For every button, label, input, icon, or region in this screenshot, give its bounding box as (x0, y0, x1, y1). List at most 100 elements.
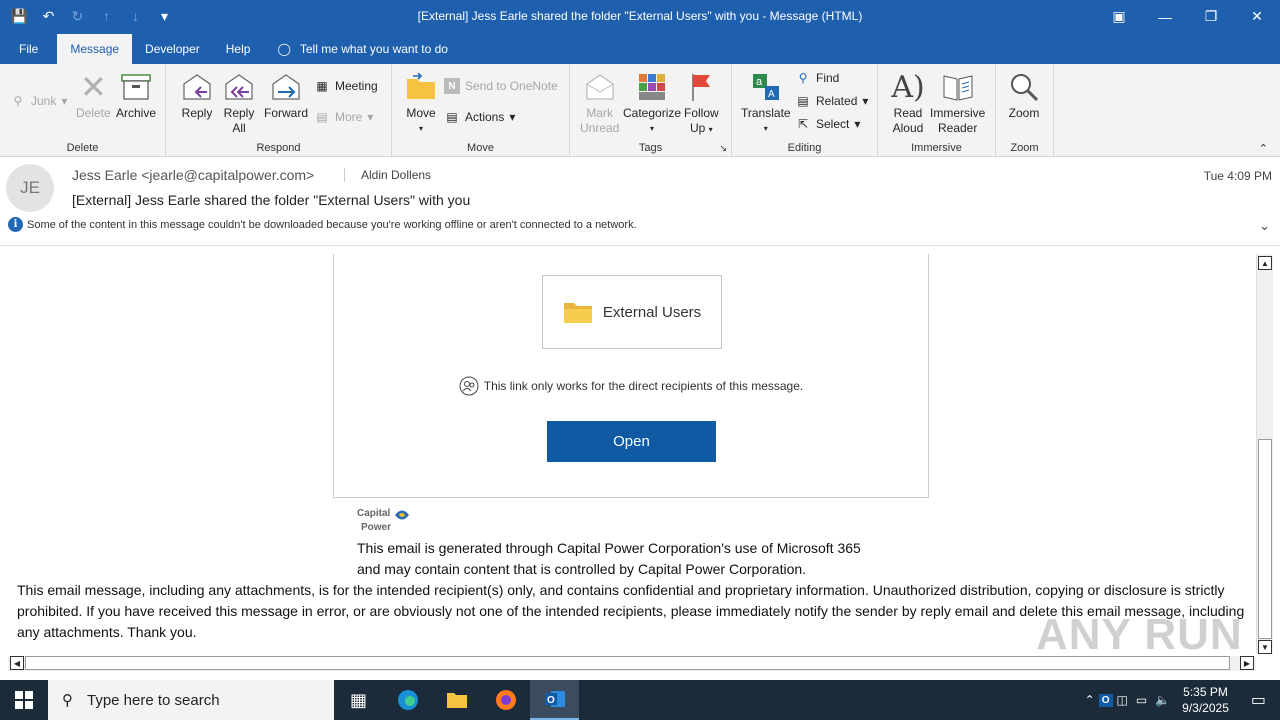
group-label-editing: Editing (787, 142, 822, 154)
tab-message[interactable]: Message (57, 34, 133, 64)
message-date: Tue 4:09 PM (1203, 169, 1272, 183)
clock[interactable]: 5:35 PM 9/3/2025 (1174, 684, 1237, 716)
device-icon[interactable]: ◫ (1113, 693, 1132, 707)
move-button[interactable]: Move ▾ (404, 70, 438, 136)
reply-all-button[interactable]: Reply All (222, 70, 256, 136)
tags-dialog-launcher-icon[interactable]: ↘ (719, 143, 727, 154)
actions-button[interactable]: ▤ Actions ▾ (444, 107, 515, 127)
immersive-reader-button[interactable]: Immersive Reader (930, 70, 985, 136)
meeting-button[interactable]: ▦ Meeting (314, 76, 377, 96)
group-label-zoom: Zoom (1010, 142, 1039, 154)
vertical-scroll-thumb[interactable] (1258, 439, 1272, 639)
zoom-button[interactable]: Zoom (1007, 70, 1041, 121)
start-button[interactable] (0, 680, 48, 720)
find-button[interactable]: ⚲ Find (795, 68, 840, 88)
group-move: Move ▾ N Send to OneNote ▤ Actions ▾ Move (392, 64, 570, 157)
translate-button[interactable]: aA Translate ▾ (741, 70, 791, 136)
more-respond-button[interactable]: ▤ More ▾ (314, 107, 373, 127)
ribbon-display-options-icon[interactable]: ▣ (1096, 0, 1142, 33)
junk-icon: ⚲ (13, 94, 23, 108)
volume-icon[interactable]: 🔈 (1151, 693, 1174, 707)
group-immersive: A) Read Aloud Immersive Reader Immersive (878, 64, 996, 157)
message-body: External Users This link only works for … (8, 254, 1256, 654)
generated-notice: This email is generated through Capital … (357, 540, 861, 577)
network-icon[interactable]: ▭ (1132, 693, 1151, 707)
task-view-icon[interactable]: ▦ (334, 680, 383, 720)
maximize-button[interactable]: ❐ (1188, 0, 1234, 33)
read-aloud-icon: A) (891, 69, 925, 105)
horizontal-scroll-thumb[interactable] (25, 656, 1230, 670)
outlook-tray-icon[interactable]: O (1098, 693, 1113, 707)
group-label-respond: Respond (256, 142, 301, 154)
system-tray: ⌃ O ◫ ▭ 🔈 5:35 PM 9/3/2025 ▭ (1081, 680, 1280, 720)
delete-icon: ✕ (79, 68, 107, 105)
open-button[interactable]: Open (547, 421, 716, 462)
horizontal-scrollbar[interactable]: ◀ ▶ (8, 656, 1256, 671)
message-subject: [External] Jess Earle shared the folder … (72, 192, 471, 208)
ribbon: ⚲ Junk ▾ ✕ Delete Archive Delete Reply Re… (0, 64, 1280, 157)
clock-date: 9/3/2025 (1182, 701, 1229, 715)
group-label-move: Move (467, 142, 494, 154)
close-button[interactable]: ✕ (1234, 0, 1280, 33)
select-button[interactable]: ⇱ Select ▾ (795, 114, 860, 134)
outlook-taskbar-icon[interactable]: O (530, 680, 579, 720)
scroll-left-arrow-icon[interactable]: ◀ (10, 656, 24, 670)
junk-button[interactable]: ⚲ Junk ▾ (10, 91, 68, 111)
search-icon: ⚲ (62, 692, 73, 709)
reply-all-icon (222, 70, 256, 104)
message-header: JE Jess Earle <jearle@capitalpower.com> … (0, 158, 1280, 246)
file-explorer-icon[interactable] (432, 680, 481, 720)
more-icon: ▤ (316, 110, 328, 124)
follow-up-button[interactable]: Follow Up ▾ (684, 70, 719, 137)
svg-text:a: a (756, 76, 763, 88)
recipient[interactable]: Aldin Dollens (344, 168, 431, 182)
avatar[interactable]: JE (6, 164, 54, 212)
expand-header-chevron-icon[interactable]: ⌄ (1259, 218, 1270, 234)
mark-unread-button[interactable]: Mark Unread (580, 70, 619, 136)
edge-icon[interactable] (383, 680, 432, 720)
move-folder-icon (404, 70, 438, 104)
minimize-button[interactable]: — (1142, 0, 1188, 33)
capital-power-logo: Capital Power (357, 508, 411, 533)
sender[interactable]: Jess Earle <jearle@capitalpower.com> (72, 167, 314, 183)
tell-me-box[interactable]: ◯ Tell me what you want to do (263, 33, 448, 64)
scroll-right-arrow-icon[interactable]: ▶ (1240, 656, 1254, 670)
lightbulb-icon: ◯ (277, 41, 291, 56)
taskbar-search-placeholder: Type here to search (87, 691, 220, 709)
forward-button[interactable]: Forward (264, 70, 308, 121)
group-respond: Reply Reply All Forward ▦ Meeting ▤ More… (166, 64, 392, 157)
group-editing: aA Translate ▾ ⚲ Find ▤ Related ▾ ⇱ Selec… (732, 64, 878, 157)
delete-button[interactable]: ✕ Delete (76, 70, 111, 121)
collapse-ribbon-icon[interactable]: ⌃ (1259, 142, 1268, 155)
tab-help[interactable]: Help (213, 33, 264, 64)
notifications-icon[interactable]: ▭ (1237, 690, 1280, 710)
scroll-down-arrow-icon[interactable]: ▼ (1258, 640, 1272, 654)
taskbar: ⚲ Type here to search ▦ O ⌃ O ◫ ▭ 🔈 5:35… (0, 680, 1280, 720)
categorize-icon (635, 70, 669, 104)
scroll-up-arrow-icon[interactable]: ▲ (1258, 256, 1272, 270)
actions-icon: ▤ (446, 110, 458, 124)
tab-file[interactable]: File (0, 33, 57, 64)
taskbar-search-box[interactable]: ⚲ Type here to search (48, 680, 334, 720)
info-bar[interactable]: i Some of the content in this message co… (8, 217, 637, 232)
window-controls: ▣ — ❐ ✕ (1096, 0, 1280, 33)
reply-button[interactable]: Reply (180, 70, 214, 121)
show-hidden-icons-icon[interactable]: ⌃ (1081, 693, 1099, 707)
link-note: This link only works for the direct reci… (334, 376, 928, 396)
categorize-button[interactable]: Categorize ▾ (623, 70, 681, 136)
read-aloud-button[interactable]: A) Read Aloud (891, 70, 925, 136)
firefox-icon[interactable] (481, 680, 530, 720)
info-bar-text: Some of the content in this message coul… (27, 218, 637, 231)
windows-logo-icon (15, 691, 33, 709)
reply-icon (180, 70, 214, 104)
tab-developer[interactable]: Developer (132, 33, 213, 64)
tell-me-text: Tell me what you want to do (299, 41, 448, 56)
related-button[interactable]: ▤ Related ▾ (795, 91, 868, 111)
ribbon-tabs: File Message Developer Help ◯ Tell me wh… (0, 33, 1280, 64)
folder-icon (563, 303, 592, 323)
shared-folder-tile[interactable]: External Users (542, 275, 722, 349)
info-icon: i (8, 217, 23, 232)
vertical-scrollbar[interactable]: ▲ ▼ (1256, 254, 1273, 654)
archive-button[interactable]: Archive (116, 70, 156, 121)
send-to-onenote-button[interactable]: N Send to OneNote (444, 76, 558, 96)
